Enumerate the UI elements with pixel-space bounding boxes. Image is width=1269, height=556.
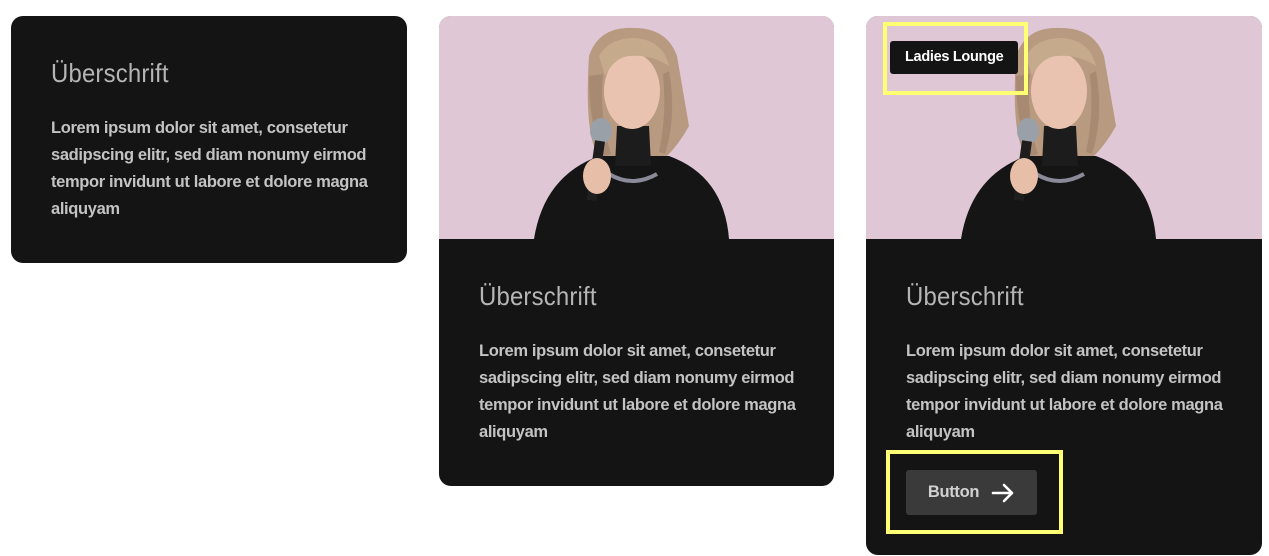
arrow-right-icon [991, 483, 1014, 502]
card-text: Lorem ipsum dolor sit amet, consetetur s… [479, 342, 796, 441]
image-card-with-button: Ladies Lounge Überschrift Lorem ipsum do… [866, 16, 1262, 555]
text-card: Überschrift Lorem ipsum dolor sit amet, … [11, 16, 407, 263]
card-button[interactable]: Button [906, 470, 1037, 515]
image-card: Überschrift Lorem ipsum dolor sit amet, … [439, 16, 834, 486]
speaker-photo [439, 16, 834, 239]
card-photo [439, 16, 834, 239]
category-tag[interactable]: Ladies Lounge [890, 41, 1019, 74]
card-title: Überschrift [479, 281, 597, 311]
card-text: Lorem ipsum dolor sit amet, consetetur s… [906, 342, 1223, 441]
card-text: Lorem ipsum dolor sit amet, consetetur s… [51, 119, 368, 218]
card-title: Überschrift [906, 281, 1024, 311]
card-button-label: Button [927, 483, 980, 501]
card-title: Überschrift [51, 58, 169, 88]
